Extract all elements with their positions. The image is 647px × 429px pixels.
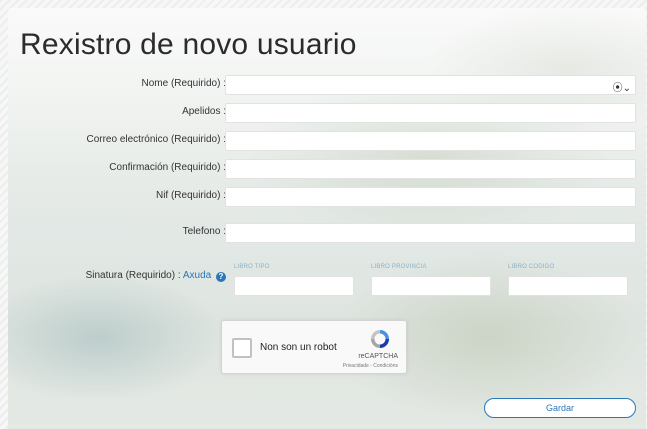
surname-label: Apelidos : — [182, 106, 226, 117]
book-type-caption: LIBRO TIPO — [234, 264, 270, 270]
email-field-wrapper — [225, 131, 636, 152]
book-type-field-wrapper — [234, 276, 354, 297]
save-button[interactable]: Gardar — [484, 398, 636, 418]
name-input[interactable] — [226, 77, 635, 96]
book-province-caption: LIBRO PROVINCIA — [371, 264, 427, 270]
registration-form: Rexistro de novo usuario Nome (Requirido… — [8, 8, 646, 429]
signature-label-group: Sinatura (Requirido) : Axuda ? — [86, 270, 226, 282]
book-province-input[interactable] — [372, 278, 490, 297]
recaptcha-logo-icon — [371, 330, 389, 348]
recaptcha-terms-link[interactable]: Privacidade - Condicións — [343, 363, 398, 369]
background-panel: Rexistro de novo usuario Nome (Requirido… — [8, 8, 646, 429]
name-row: Nome (Requirido) : ⦿⌄ — [8, 75, 646, 96]
recaptcha-label: Non son un robot — [260, 342, 337, 353]
email-confirm-label: Confirmación (Requirido) : — [109, 162, 226, 173]
help-circle-icon[interactable]: ? — [216, 272, 226, 282]
book-code-field-wrapper — [508, 276, 628, 297]
page-title: Rexistro de novo usuario — [20, 28, 357, 61]
nif-input[interactable] — [226, 189, 635, 208]
book-code-input[interactable] — [509, 278, 627, 297]
book-type-column: LIBRO TIPO — [234, 264, 354, 297]
surname-row: Apelidos : — [8, 103, 646, 124]
recaptcha-checkbox[interactable] — [232, 338, 252, 358]
email-confirm-field-wrapper — [225, 159, 636, 180]
name-label: Nome (Requirido) : — [141, 78, 226, 89]
phone-row: Telefono : — [8, 223, 646, 244]
help-link[interactable]: Axuda — [183, 270, 211, 281]
phone-label: Telefono : — [182, 226, 226, 237]
email-confirm-input[interactable] — [226, 161, 635, 180]
book-province-field-wrapper — [371, 276, 491, 297]
nif-field-wrapper — [225, 187, 636, 208]
email-label: Correo electrónico (Requirido) : — [86, 134, 226, 145]
book-province-column: LIBRO PROVINCIA — [371, 264, 491, 297]
nif-label: Nif (Requirido) : — [155, 190, 226, 201]
email-confirm-row: Confirmación (Requirido) : — [8, 159, 646, 180]
name-field-wrapper: ⦿⌄ — [225, 75, 636, 96]
book-code-caption: LIBRO CODIGO — [508, 264, 555, 270]
book-type-input[interactable] — [235, 278, 353, 297]
signature-row: Sinatura (Requirido) : Axuda ? LIBRO TIP… — [8, 264, 646, 304]
nif-row: Nif (Requirido) : — [8, 187, 646, 208]
phone-input[interactable] — [226, 225, 635, 244]
signature-label: Sinatura (Requirido) : — [85, 270, 181, 281]
recaptcha-widget: Non son un robot reCAPTCHA Privacidade -… — [221, 320, 407, 374]
surname-field-wrapper — [225, 103, 636, 124]
phone-field-wrapper — [225, 223, 636, 244]
user-circle-icon[interactable]: ⦿⌄ — [613, 79, 631, 94]
book-code-column: LIBRO CODIGO — [508, 264, 628, 297]
recaptcha-brand: reCAPTCHA — [358, 353, 398, 360]
surname-input[interactable] — [226, 105, 635, 124]
email-row: Correo electrónico (Requirido) : — [8, 131, 646, 152]
email-input[interactable] — [226, 133, 635, 152]
